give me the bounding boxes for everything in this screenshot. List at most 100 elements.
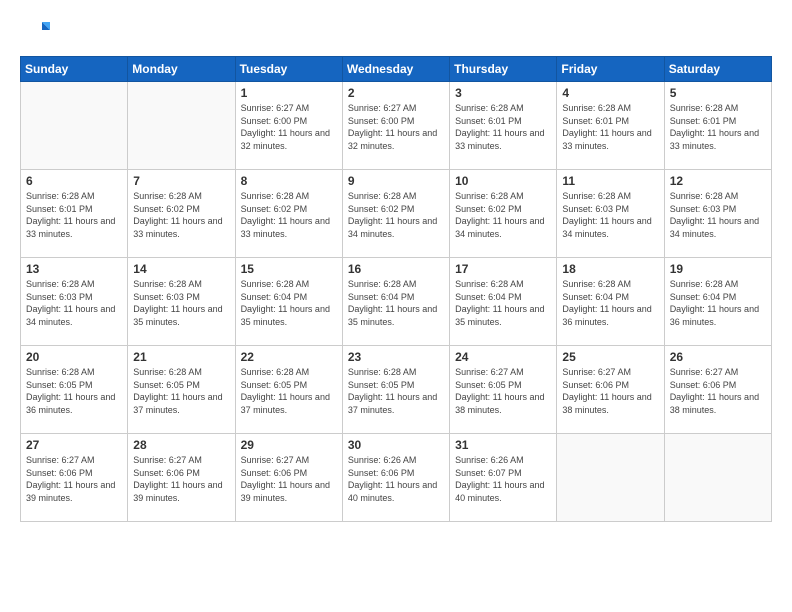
day-info: Sunrise: 6:28 AM Sunset: 6:04 PM Dayligh…: [348, 278, 444, 328]
day-number: 3: [455, 86, 551, 100]
day-number: 28: [133, 438, 229, 452]
day-number: 7: [133, 174, 229, 188]
day-info: Sunrise: 6:27 AM Sunset: 6:00 PM Dayligh…: [241, 102, 337, 152]
cal-cell: [557, 434, 664, 522]
header: [20, 16, 772, 46]
weekday-header-monday: Monday: [128, 57, 235, 82]
day-number: 19: [670, 262, 766, 276]
cal-cell: 4 Sunrise: 6:28 AM Sunset: 6:01 PM Daylig…: [557, 82, 664, 170]
cal-cell: 18 Sunrise: 6:28 AM Sunset: 6:04 PM Dayli…: [557, 258, 664, 346]
cal-cell: 3 Sunrise: 6:28 AM Sunset: 6:01 PM Daylig…: [450, 82, 557, 170]
day-number: 20: [26, 350, 122, 364]
cal-cell: 25 Sunrise: 6:27 AM Sunset: 6:06 PM Dayli…: [557, 346, 664, 434]
day-info: Sunrise: 6:28 AM Sunset: 6:02 PM Dayligh…: [348, 190, 444, 240]
day-info: Sunrise: 6:27 AM Sunset: 6:05 PM Dayligh…: [455, 366, 551, 416]
day-number: 11: [562, 174, 658, 188]
day-info: Sunrise: 6:28 AM Sunset: 6:03 PM Dayligh…: [562, 190, 658, 240]
day-info: Sunrise: 6:28 AM Sunset: 6:05 PM Dayligh…: [241, 366, 337, 416]
cal-cell: 2Sunrise: 6:27 AM Sunset: 6:00 PM Daylig…: [342, 82, 449, 170]
weekday-header-sunday: Sunday: [21, 57, 128, 82]
day-info: Sunrise: 6:28 AM Sunset: 6:01 PM Dayligh…: [26, 190, 122, 240]
day-number: 31: [455, 438, 551, 452]
day-info: Sunrise: 6:28 AM Sunset: 6:02 PM Dayligh…: [455, 190, 551, 240]
day-number: 1: [241, 86, 337, 100]
day-number: 10: [455, 174, 551, 188]
weekday-header-friday: Friday: [557, 57, 664, 82]
cal-cell: [21, 82, 128, 170]
day-info: Sunrise: 6:28 AM Sunset: 6:03 PM Dayligh…: [26, 278, 122, 328]
day-info: Sunrise: 6:27 AM Sunset: 6:06 PM Dayligh…: [562, 366, 658, 416]
cal-cell: 11 Sunrise: 6:28 AM Sunset: 6:03 PM Dayli…: [557, 170, 664, 258]
day-number: 18: [562, 262, 658, 276]
day-info: Sunrise: 6:28 AM Sunset: 6:01 PM Dayligh…: [562, 102, 658, 152]
cal-cell: 30 Sunrise: 6:26 AM Sunset: 6:06 PM Dayli…: [342, 434, 449, 522]
cal-cell: 21 Sunrise: 6:28 AM Sunset: 6:05 PM Dayli…: [128, 346, 235, 434]
day-number: 22: [241, 350, 337, 364]
day-info: Sunrise: 6:28 AM Sunset: 6:04 PM Dayligh…: [455, 278, 551, 328]
day-number: 4: [562, 86, 658, 100]
cal-cell: 23 Sunrise: 6:28 AM Sunset: 6:05 PM Dayli…: [342, 346, 449, 434]
day-number: 24: [455, 350, 551, 364]
weekday-header-thursday: Thursday: [450, 57, 557, 82]
logo: [20, 16, 54, 46]
day-info: Sunrise: 6:28 AM Sunset: 6:03 PM Dayligh…: [133, 278, 229, 328]
day-number: 27: [26, 438, 122, 452]
day-info: Sunrise: 6:28 AM Sunset: 6:05 PM Dayligh…: [26, 366, 122, 416]
day-info: Sunrise: 6:26 AM Sunset: 6:06 PM Dayligh…: [348, 454, 444, 504]
day-info: Sunrise: 6:28 AM Sunset: 6:01 PM Dayligh…: [455, 102, 551, 152]
cal-cell: 9 Sunrise: 6:28 AM Sunset: 6:02 PM Daylig…: [342, 170, 449, 258]
day-number: 9: [348, 174, 444, 188]
day-info: Sunrise: 6:27 AM Sunset: 6:06 PM Dayligh…: [26, 454, 122, 504]
day-info: Sunrise: 6:28 AM Sunset: 6:04 PM Dayligh…: [562, 278, 658, 328]
day-info: Sunrise: 6:28 AM Sunset: 6:05 PM Dayligh…: [133, 366, 229, 416]
day-number: 21: [133, 350, 229, 364]
day-info: Sunrise: 6:28 AM Sunset: 6:01 PM Dayligh…: [670, 102, 766, 152]
day-info: Sunrise: 6:28 AM Sunset: 6:02 PM Dayligh…: [241, 190, 337, 240]
week-row-4: 20 Sunrise: 6:28 AM Sunset: 6:05 PM Dayli…: [21, 346, 772, 434]
cal-cell: [664, 434, 771, 522]
cal-cell: [128, 82, 235, 170]
cal-cell: 20 Sunrise: 6:28 AM Sunset: 6:05 PM Dayli…: [21, 346, 128, 434]
day-number: 8: [241, 174, 337, 188]
day-number: 29: [241, 438, 337, 452]
week-row-3: 13Sunrise: 6:28 AM Sunset: 6:03 PM Dayli…: [21, 258, 772, 346]
day-number: 12: [670, 174, 766, 188]
cal-cell: 14Sunrise: 6:28 AM Sunset: 6:03 PM Dayli…: [128, 258, 235, 346]
cal-cell: 27 Sunrise: 6:27 AM Sunset: 6:06 PM Dayli…: [21, 434, 128, 522]
cal-cell: 22 Sunrise: 6:28 AM Sunset: 6:05 PM Dayli…: [235, 346, 342, 434]
day-number: 16: [348, 262, 444, 276]
day-number: 30: [348, 438, 444, 452]
cal-cell: 24 Sunrise: 6:27 AM Sunset: 6:05 PM Dayli…: [450, 346, 557, 434]
cal-cell: 13Sunrise: 6:28 AM Sunset: 6:03 PM Dayli…: [21, 258, 128, 346]
day-number: 26: [670, 350, 766, 364]
day-number: 15: [241, 262, 337, 276]
day-number: 25: [562, 350, 658, 364]
cal-cell: 28Sunrise: 6:27 AM Sunset: 6:06 PM Dayli…: [128, 434, 235, 522]
cal-cell: 17Sunrise: 6:28 AM Sunset: 6:04 PM Dayli…: [450, 258, 557, 346]
day-number: 2: [348, 86, 444, 100]
cal-cell: 31 Sunrise: 6:26 AM Sunset: 6:07 PM Dayli…: [450, 434, 557, 522]
day-info: Sunrise: 6:28 AM Sunset: 6:04 PM Dayligh…: [241, 278, 337, 328]
day-info: Sunrise: 6:26 AM Sunset: 6:07 PM Dayligh…: [455, 454, 551, 504]
cal-cell: 26Sunrise: 6:27 AM Sunset: 6:06 PM Dayli…: [664, 346, 771, 434]
weekday-header-saturday: Saturday: [664, 57, 771, 82]
day-number: 6: [26, 174, 122, 188]
day-number: 23: [348, 350, 444, 364]
cal-cell: 19 Sunrise: 6:28 AM Sunset: 6:04 PM Dayli…: [664, 258, 771, 346]
weekday-header-tuesday: Tuesday: [235, 57, 342, 82]
cal-cell: 5Sunrise: 6:28 AM Sunset: 6:01 PM Daylig…: [664, 82, 771, 170]
cal-cell: 7Sunrise: 6:28 AM Sunset: 6:02 PM Daylig…: [128, 170, 235, 258]
day-info: Sunrise: 6:28 AM Sunset: 6:05 PM Dayligh…: [348, 366, 444, 416]
weekday-header-wednesday: Wednesday: [342, 57, 449, 82]
logo-content: [20, 16, 54, 46]
cal-cell: 12Sunrise: 6:28 AM Sunset: 6:03 PM Dayli…: [664, 170, 771, 258]
cal-cell: 29 Sunrise: 6:27 AM Sunset: 6:06 PM Dayli…: [235, 434, 342, 522]
day-info: Sunrise: 6:27 AM Sunset: 6:06 PM Dayligh…: [241, 454, 337, 504]
cal-cell: 1 Sunrise: 6:27 AM Sunset: 6:00 PM Daylig…: [235, 82, 342, 170]
day-info: Sunrise: 6:28 AM Sunset: 6:04 PM Dayligh…: [670, 278, 766, 328]
week-row-2: 6 Sunrise: 6:28 AM Sunset: 6:01 PM Daylig…: [21, 170, 772, 258]
week-row-1: 1 Sunrise: 6:27 AM Sunset: 6:00 PM Daylig…: [21, 82, 772, 170]
calendar-table: SundayMondayTuesdayWednesdayThursdayFrid…: [20, 56, 772, 522]
weekday-header-row: SundayMondayTuesdayWednesdayThursdayFrid…: [21, 57, 772, 82]
week-row-5: 27 Sunrise: 6:27 AM Sunset: 6:06 PM Dayli…: [21, 434, 772, 522]
